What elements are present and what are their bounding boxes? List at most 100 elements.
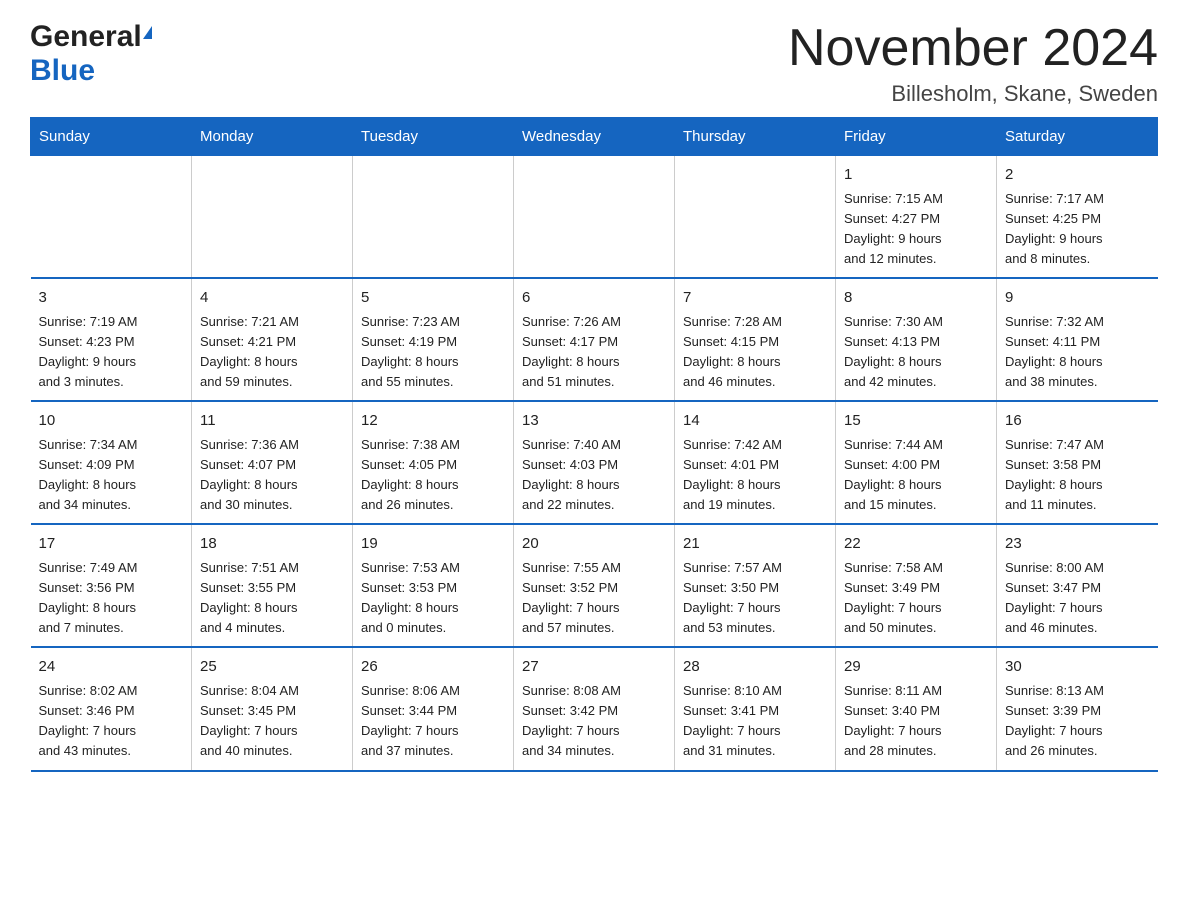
day-number: 19 [361,533,505,556]
day-number: 6 [522,287,666,310]
day-info: Sunrise: 7:36 AMSunset: 4:07 PMDaylight:… [200,435,344,516]
day-cell: 20Sunrise: 7:55 AMSunset: 3:52 PMDayligh… [514,524,675,647]
day-info: Sunrise: 8:06 AMSunset: 3:44 PMDaylight:… [361,681,505,762]
day-number: 17 [39,533,184,556]
day-number: 21 [683,533,827,556]
week-row-2: 3Sunrise: 7:19 AMSunset: 4:23 PMDaylight… [31,278,1158,401]
day-number: 23 [1005,533,1150,556]
day-cell: 5Sunrise: 7:23 AMSunset: 4:19 PMDaylight… [353,278,514,401]
main-title: November 2024 [788,20,1158,77]
week-row-4: 17Sunrise: 7:49 AMSunset: 3:56 PMDayligh… [31,524,1158,647]
logo-general-text: General [30,20,142,54]
day-cell: 17Sunrise: 7:49 AMSunset: 3:56 PMDayligh… [31,524,192,647]
day-number: 30 [1005,656,1150,679]
day-cell: 14Sunrise: 7:42 AMSunset: 4:01 PMDayligh… [675,401,836,524]
day-info: Sunrise: 7:49 AMSunset: 3:56 PMDaylight:… [39,558,184,639]
header-row: Sunday Monday Tuesday Wednesday Thursday… [31,118,1158,156]
day-cell [675,156,836,279]
header-monday: Monday [192,118,353,156]
day-info: Sunrise: 7:47 AMSunset: 3:58 PMDaylight:… [1005,435,1150,516]
day-number: 12 [361,410,505,433]
day-cell: 19Sunrise: 7:53 AMSunset: 3:53 PMDayligh… [353,524,514,647]
day-info: Sunrise: 7:34 AMSunset: 4:09 PMDaylight:… [39,435,184,516]
day-cell: 9Sunrise: 7:32 AMSunset: 4:11 PMDaylight… [997,278,1158,401]
day-cell: 8Sunrise: 7:30 AMSunset: 4:13 PMDaylight… [836,278,997,401]
subtitle: Billesholm, Skane, Sweden [788,81,1158,107]
day-cell: 25Sunrise: 8:04 AMSunset: 3:45 PMDayligh… [192,647,353,770]
day-info: Sunrise: 7:51 AMSunset: 3:55 PMDaylight:… [200,558,344,639]
week-row-1: 1Sunrise: 7:15 AMSunset: 4:27 PMDaylight… [31,156,1158,279]
day-info: Sunrise: 7:17 AMSunset: 4:25 PMDaylight:… [1005,189,1150,270]
day-cell: 1Sunrise: 7:15 AMSunset: 4:27 PMDaylight… [836,156,997,279]
day-cell: 7Sunrise: 7:28 AMSunset: 4:15 PMDaylight… [675,278,836,401]
logo-flag-icon [143,26,152,39]
day-cell: 3Sunrise: 7:19 AMSunset: 4:23 PMDaylight… [31,278,192,401]
day-cell: 18Sunrise: 7:51 AMSunset: 3:55 PMDayligh… [192,524,353,647]
header-friday: Friday [836,118,997,156]
day-cell: 13Sunrise: 7:40 AMSunset: 4:03 PMDayligh… [514,401,675,524]
day-info: Sunrise: 8:10 AMSunset: 3:41 PMDaylight:… [683,681,827,762]
day-cell: 4Sunrise: 7:21 AMSunset: 4:21 PMDaylight… [192,278,353,401]
day-number: 28 [683,656,827,679]
day-info: Sunrise: 8:02 AMSunset: 3:46 PMDaylight:… [39,681,184,762]
header-sunday: Sunday [31,118,192,156]
day-number: 15 [844,410,988,433]
day-cell [353,156,514,279]
day-number: 25 [200,656,344,679]
day-cell: 6Sunrise: 7:26 AMSunset: 4:17 PMDaylight… [514,278,675,401]
day-info: Sunrise: 8:13 AMSunset: 3:39 PMDaylight:… [1005,681,1150,762]
day-number: 29 [844,656,988,679]
day-number: 5 [361,287,505,310]
day-number: 7 [683,287,827,310]
header-thursday: Thursday [675,118,836,156]
day-info: Sunrise: 8:04 AMSunset: 3:45 PMDaylight:… [200,681,344,762]
day-number: 9 [1005,287,1150,310]
day-number: 22 [844,533,988,556]
header-tuesday: Tuesday [353,118,514,156]
header-wednesday: Wednesday [514,118,675,156]
day-cell: 26Sunrise: 8:06 AMSunset: 3:44 PMDayligh… [353,647,514,770]
day-number: 1 [844,164,988,187]
day-info: Sunrise: 8:08 AMSunset: 3:42 PMDaylight:… [522,681,666,762]
day-cell: 30Sunrise: 8:13 AMSunset: 3:39 PMDayligh… [997,647,1158,770]
page-header: General Blue November 2024 Billesholm, S… [30,20,1158,107]
day-info: Sunrise: 7:44 AMSunset: 4:00 PMDaylight:… [844,435,988,516]
day-number: 11 [200,410,344,433]
day-cell: 22Sunrise: 7:58 AMSunset: 3:49 PMDayligh… [836,524,997,647]
day-cell: 11Sunrise: 7:36 AMSunset: 4:07 PMDayligh… [192,401,353,524]
day-info: Sunrise: 8:11 AMSunset: 3:40 PMDaylight:… [844,681,988,762]
day-number: 18 [200,533,344,556]
day-number: 27 [522,656,666,679]
day-number: 2 [1005,164,1150,187]
day-number: 14 [683,410,827,433]
day-cell: 29Sunrise: 8:11 AMSunset: 3:40 PMDayligh… [836,647,997,770]
day-info: Sunrise: 7:28 AMSunset: 4:15 PMDaylight:… [683,312,827,393]
week-row-3: 10Sunrise: 7:34 AMSunset: 4:09 PMDayligh… [31,401,1158,524]
day-cell: 10Sunrise: 7:34 AMSunset: 4:09 PMDayligh… [31,401,192,524]
day-cell: 2Sunrise: 7:17 AMSunset: 4:25 PMDaylight… [997,156,1158,279]
logo-blue-text: Blue [30,54,95,87]
day-cell [192,156,353,279]
day-info: Sunrise: 7:21 AMSunset: 4:21 PMDaylight:… [200,312,344,393]
day-cell: 21Sunrise: 7:57 AMSunset: 3:50 PMDayligh… [675,524,836,647]
day-cell: 15Sunrise: 7:44 AMSunset: 4:00 PMDayligh… [836,401,997,524]
day-number: 10 [39,410,184,433]
logo: General Blue [30,20,152,88]
day-info: Sunrise: 7:40 AMSunset: 4:03 PMDaylight:… [522,435,666,516]
day-cell [31,156,192,279]
day-info: Sunrise: 7:38 AMSunset: 4:05 PMDaylight:… [361,435,505,516]
day-info: Sunrise: 7:30 AMSunset: 4:13 PMDaylight:… [844,312,988,393]
day-info: Sunrise: 7:55 AMSunset: 3:52 PMDaylight:… [522,558,666,639]
day-number: 4 [200,287,344,310]
day-info: Sunrise: 7:53 AMSunset: 3:53 PMDaylight:… [361,558,505,639]
week-row-5: 24Sunrise: 8:02 AMSunset: 3:46 PMDayligh… [31,647,1158,770]
calendar-table: Sunday Monday Tuesday Wednesday Thursday… [30,117,1158,771]
day-info: Sunrise: 7:15 AMSunset: 4:27 PMDaylight:… [844,189,988,270]
day-cell: 23Sunrise: 8:00 AMSunset: 3:47 PMDayligh… [997,524,1158,647]
day-info: Sunrise: 8:00 AMSunset: 3:47 PMDaylight:… [1005,558,1150,639]
day-number: 3 [39,287,184,310]
day-cell [514,156,675,279]
day-cell: 27Sunrise: 8:08 AMSunset: 3:42 PMDayligh… [514,647,675,770]
day-number: 16 [1005,410,1150,433]
day-number: 24 [39,656,184,679]
